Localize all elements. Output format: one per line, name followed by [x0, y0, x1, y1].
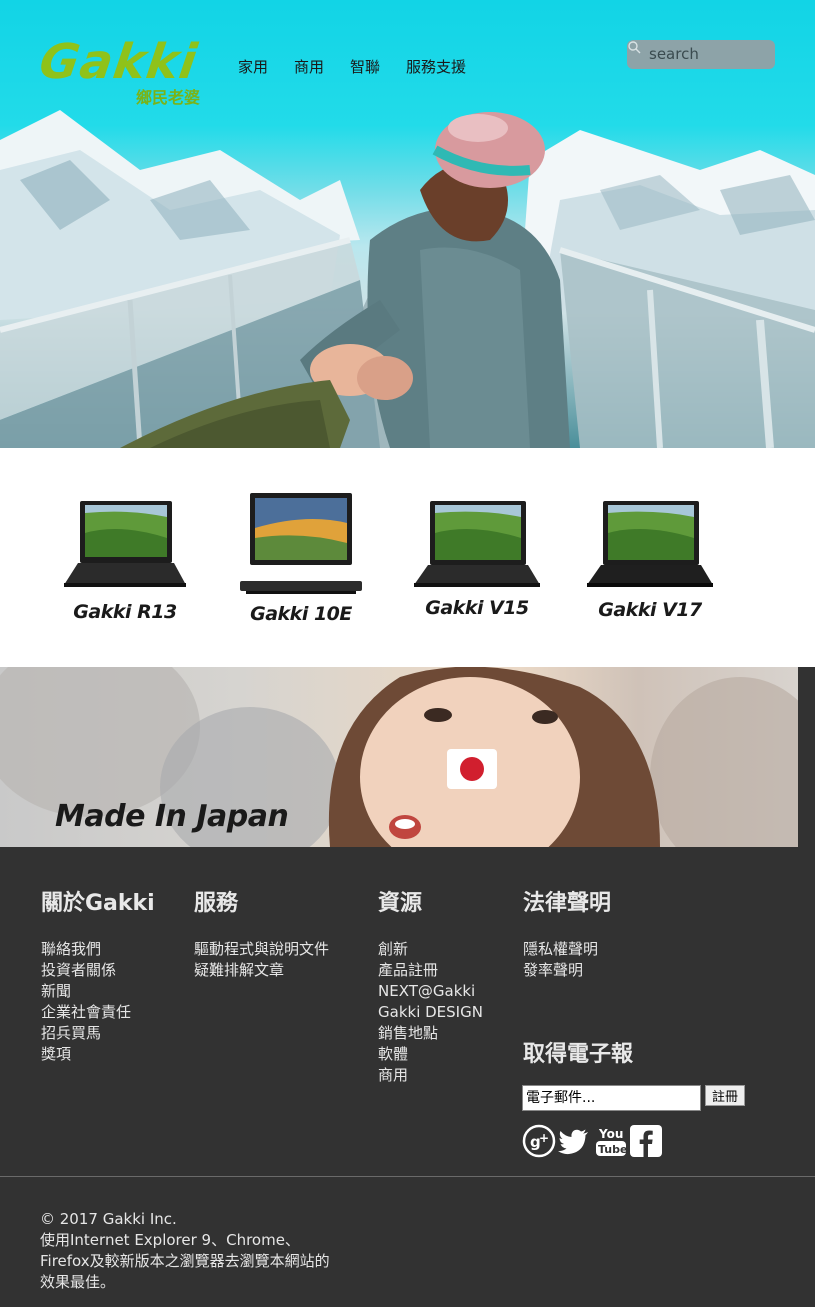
footer-link-business[interactable]: 商用	[378, 1065, 483, 1086]
product-name-10e: Gakki 10E	[250, 603, 352, 625]
main-nav: 家用 商用 智聯 服務支援	[238, 56, 466, 77]
svg-text:Tube: Tube	[598, 1143, 627, 1156]
footer-link-stores[interactable]: 銷售地點	[378, 1023, 483, 1044]
footer-link-innovation[interactable]: 創新	[378, 939, 483, 960]
browser-support-note: 使用Internet Explorer 9、Chrome、Firefox及較新版…	[40, 1231, 330, 1291]
product-name-v17: Gakki V17	[598, 599, 702, 621]
product-card-10e[interactable]: Gakki 10E	[226, 483, 376, 633]
banner-caption: Made In Japan	[55, 799, 289, 834]
gakki-logo[interactable]: Gakki 鄉民老婆	[36, 34, 230, 110]
facebook-icon[interactable]	[629, 1124, 663, 1158]
footer-heading-resources: 資源	[378, 891, 423, 916]
logo-subtitle: 鄉民老婆	[136, 88, 201, 107]
search-input[interactable]	[649, 43, 769, 65]
footer-column-legal: 法律聲明 隱私權聲明 發率聲明	[523, 889, 611, 981]
hero-banner: Gakki 鄉民老婆 家用 商用 智聯 服務支援	[0, 0, 815, 448]
footer-link-awards[interactable]: 獎項	[41, 1044, 155, 1065]
footer-link-drivers[interactable]: 驅動程式與說明文件	[194, 939, 329, 960]
product-card-v17[interactable]: Gakki V17	[575, 483, 725, 633]
footer-link-careers[interactable]: 招兵買馬	[41, 1023, 155, 1044]
footer-link-next[interactable]: NEXT@Gakki	[378, 981, 483, 1002]
footer-link-news[interactable]: 新聞	[41, 981, 155, 1002]
search-box	[627, 40, 775, 69]
svg-text:+: +	[539, 1131, 549, 1145]
footer-link-investors[interactable]: 投資者關係	[41, 960, 155, 981]
nav-item-smart[interactable]: 智聯	[350, 56, 380, 77]
site-footer: 關於Gakki 聯絡我們 投資者關係 新聞 企業社會責任 招兵買馬 獎項 服務 …	[0, 847, 815, 1307]
footer-link-design[interactable]: Gakki DESIGN	[378, 1002, 483, 1023]
svg-text:You: You	[598, 1127, 623, 1141]
footer-link-registration[interactable]: 產品註冊	[378, 960, 483, 981]
search-icon[interactable]	[627, 40, 641, 54]
twitter-icon[interactable]	[557, 1124, 591, 1158]
product-card-v15[interactable]: Gakki V15	[402, 483, 552, 633]
footer-link-contact[interactable]: 聯絡我們	[41, 939, 155, 960]
google-plus-icon[interactable]: g +	[522, 1124, 556, 1158]
logo-wordmark: Gakki	[36, 34, 202, 90]
nav-item-support[interactable]: 服務支援	[406, 56, 466, 77]
laptop-10e-image	[240, 493, 362, 594]
nav-item-business[interactable]: 商用	[294, 56, 324, 77]
youtube-icon[interactable]: You Tube	[594, 1124, 628, 1158]
newsletter-email-input[interactable]	[522, 1085, 701, 1111]
product-card-r13[interactable]: Gakki R13	[50, 483, 200, 633]
footer-column-resources: 資源 創新 產品註冊 NEXT@Gakki Gakki DESIGN 銷售地點 …	[378, 889, 483, 1086]
footer-heading-services: 服務	[194, 891, 239, 916]
footer-divider	[0, 1176, 815, 1177]
product-name-v15: Gakki V15	[425, 597, 529, 619]
laptop-r13-image	[64, 501, 186, 587]
newsletter-register-button[interactable]: 註冊	[705, 1085, 745, 1106]
nav-item-home[interactable]: 家用	[238, 56, 268, 77]
footer-link-software[interactable]: 軟體	[378, 1044, 483, 1065]
footer-heading-about: 關於Gakki	[41, 891, 155, 916]
footer-heading-legal: 法律聲明	[523, 891, 612, 916]
footer-link-rates[interactable]: 發率聲明	[523, 960, 611, 981]
laptop-v15-image	[414, 501, 540, 587]
product-showcase: Gakki R13 Gakki 10E Gakki V15 Gakki V17	[0, 448, 815, 667]
footer-link-privacy[interactable]: 隱私權聲明	[523, 939, 611, 960]
footer-column-services: 服務 驅動程式與說明文件 疑難排解文章	[194, 889, 329, 981]
footer-link-csr[interactable]: 企業社會責任	[41, 1002, 155, 1023]
copyright-text: © 2017 Gakki Inc.	[40, 1210, 177, 1228]
laptop-v17-image	[587, 501, 713, 587]
made-in-japan-banner[interactable]: Made In Japan	[0, 667, 798, 847]
footer-link-troubleshooting[interactable]: 疑難排解文章	[194, 960, 329, 981]
newsletter-heading: 取得電子報	[523, 1042, 634, 1067]
footer-column-about: 關於Gakki 聯絡我們 投資者關係 新聞 企業社會責任 招兵買馬 獎項	[41, 889, 155, 1065]
product-name-r13: Gakki R13	[73, 601, 177, 623]
